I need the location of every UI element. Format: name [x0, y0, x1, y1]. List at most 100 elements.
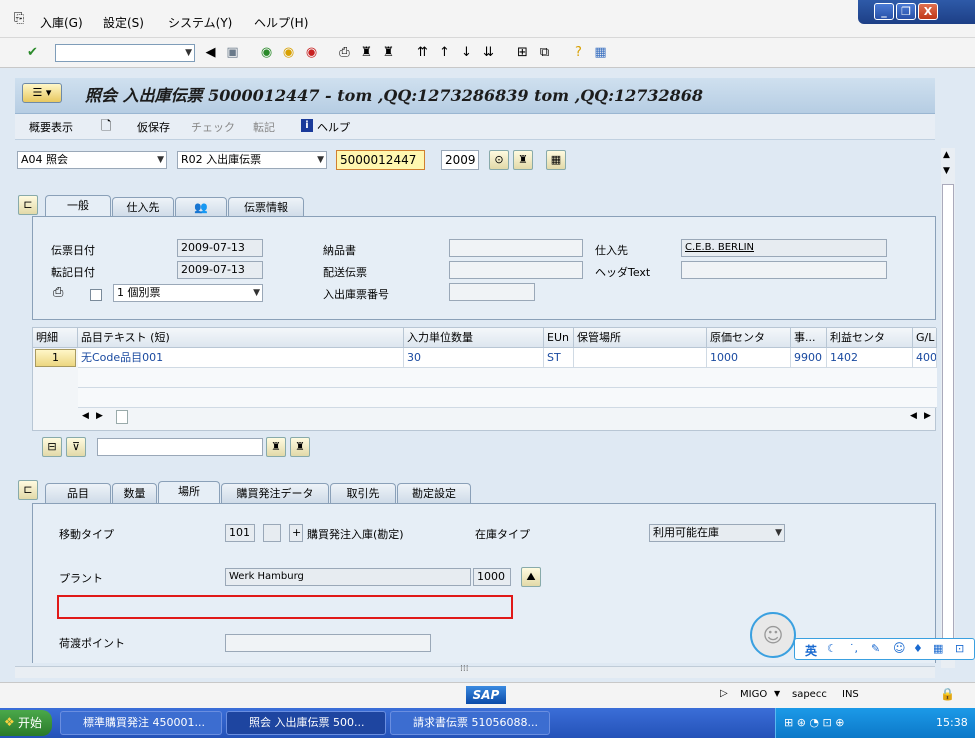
check-button[interactable]: チェック	[191, 119, 235, 135]
tab-vendor[interactable]: 仕入先	[112, 197, 174, 217]
find-icon[interactable]: ♜	[266, 437, 286, 457]
lock-icon[interactable]: ⊡	[955, 642, 964, 655]
bottom-scrollbar[interactable]: ⁞⁞⁞	[15, 664, 935, 678]
next-page-icon[interactable]: ↓	[458, 44, 475, 61]
menu-item-settings[interactable]: 設定(S)	[103, 14, 144, 31]
back-icon[interactable]: ◉	[258, 44, 275, 61]
back-arrow-icon[interactable]: ◀	[202, 44, 219, 61]
scroll-thumb[interactable]	[942, 184, 954, 650]
plant-code-field[interactable]: 1000	[473, 568, 511, 586]
chevron-down-icon[interactable]: ▼	[775, 525, 782, 541]
cell-quantity[interactable]: 30	[404, 348, 544, 368]
taskbar-item[interactable]: 請求書伝票 51056088...	[390, 711, 550, 735]
cell-profit-center[interactable]: 1402	[827, 348, 913, 368]
shortcut-icon[interactable]: ⧉	[536, 44, 553, 61]
chevron-down-icon[interactable]: ▼	[185, 45, 192, 61]
emoji-icon[interactable]: ☺	[893, 641, 906, 655]
tab-partner[interactable]: 👥	[175, 197, 227, 217]
print-checkbox[interactable]	[90, 289, 102, 301]
row-selector[interactable]: 1	[35, 349, 76, 367]
taskbar-item[interactable]: 標準購買発注 450001...	[60, 711, 222, 735]
unloading-point-field[interactable]	[225, 634, 431, 652]
plant-detail-icon[interactable]: ⛰	[521, 567, 541, 587]
post-button[interactable]: 転記	[253, 119, 275, 135]
year-input[interactable]: 2009	[441, 150, 479, 170]
menu-icon[interactable]: ⎘	[14, 11, 24, 26]
restore-button[interactable]: ❐	[896, 3, 916, 20]
movement-special-field[interactable]	[263, 524, 281, 542]
tab-quantity[interactable]: 数量	[112, 483, 157, 503]
find-next-icon[interactable]: ♜	[380, 44, 397, 61]
collapse-header-icon[interactable]: ⊏	[18, 195, 38, 215]
doc-number-input[interactable]: 5000012447	[336, 150, 425, 170]
table-row[interactable]: 1 无Code品目001 30 ST 1000 9900 1402 400	[33, 348, 937, 368]
tab-location[interactable]: 場所	[158, 481, 220, 503]
cell-storage-loc[interactable]	[574, 348, 707, 368]
moon-icon[interactable]: ☾	[827, 642, 837, 655]
grid-search-input[interactable]	[97, 438, 263, 456]
cell-material-text[interactable]: 无Code品目001	[78, 348, 404, 368]
select-all-icon[interactable]: ⊟	[42, 437, 62, 457]
last-page-icon[interactable]: ⇊	[480, 44, 497, 61]
plant-name-field[interactable]: Werk Hamburg	[225, 568, 471, 586]
execute-icon[interactable]: ⊙	[489, 150, 509, 170]
horizontal-scrollbar[interactable]: ◀ ▶ ◀ ▶	[78, 410, 937, 426]
status-dropdown-icon[interactable]: ▼	[774, 689, 780, 698]
taskbar-item[interactable]: 照会 入出庫伝票 500...	[226, 711, 386, 735]
grid-view-icon[interactable]: ▦	[546, 150, 566, 170]
new-doc-icon[interactable]: 🗋	[101, 117, 111, 139]
close-button[interactable]: X	[918, 3, 938, 20]
info-icon[interactable]: i	[301, 119, 313, 132]
col-header-business-area[interactable]: 事...	[791, 328, 827, 348]
find-doc-icon[interactable]: ♜	[513, 150, 533, 170]
header-text-field[interactable]	[681, 261, 887, 279]
chevron-down-icon[interactable]: ▼	[317, 152, 324, 168]
hold-button[interactable]: 仮保存	[137, 119, 170, 135]
col-header-cost-center[interactable]: 原価センタ	[707, 328, 791, 348]
ime-lang-label[interactable]: 英	[805, 642, 817, 659]
reference-select[interactable]: R02 入出庫伝票 ▼	[177, 151, 327, 169]
cell-gl[interactable]: 400	[913, 348, 937, 368]
command-field[interactable]: ▼	[55, 44, 195, 62]
movement-type-field[interactable]: 101	[225, 524, 255, 542]
tray-icons[interactable]: ⊞ ⊛ ◔ ⊡ ⊕	[784, 716, 844, 729]
overview-button[interactable]: 概要表示	[29, 119, 73, 135]
save-icon[interactable]: ▣	[224, 44, 241, 61]
first-page-icon[interactable]: ⇈	[414, 44, 431, 61]
cancel-icon[interactable]: ◉	[303, 44, 320, 61]
print-icon[interactable]: ⎙	[53, 285, 63, 300]
cell-cost-center[interactable]: 1000	[707, 348, 791, 368]
print-icon[interactable]: ⎙	[336, 44, 353, 61]
punct-icon[interactable]: ˙,	[849, 642, 858, 655]
screen-menu-icon[interactable]: ☰ ▾	[22, 83, 62, 103]
layout-icon[interactable]: ▦	[592, 44, 609, 61]
skin-icon[interactable]: ♦	[913, 642, 923, 655]
chevron-down-icon[interactable]: ▼	[253, 285, 260, 301]
scroll-left-icon[interactable]: ◀	[910, 411, 917, 421]
col-header-gl[interactable]: G/L	[913, 328, 937, 348]
new-session-icon[interactable]: ⊞	[514, 44, 531, 61]
vertical-scrollbar[interactable]: ▲ ▼	[941, 148, 955, 668]
collapse-item-icon[interactable]: ⊏	[18, 480, 38, 500]
help-button[interactable]: ヘルプ	[317, 119, 350, 135]
menu-grid-icon[interactable]: ▦	[933, 642, 943, 655]
cell-unit[interactable]: ST	[544, 348, 574, 368]
post-date-field[interactable]: 2009-07-13	[177, 261, 263, 279]
action-select[interactable]: A04 照会 ▼	[17, 151, 167, 169]
col-header-profit-center[interactable]: 利益センタ	[827, 328, 913, 348]
minimize-button[interactable]: _	[874, 3, 894, 20]
menu-item-goods-movement[interactable]: 入庫(G)	[40, 14, 83, 31]
help-icon[interactable]: ?	[570, 44, 587, 61]
menu-item-help[interactable]: ヘルプ(H)	[254, 14, 308, 31]
scroll-up-icon[interactable]: ▲	[943, 150, 950, 160]
tab-account[interactable]: 勘定設定	[397, 483, 471, 503]
filter-icon[interactable]: ⊽	[66, 437, 86, 457]
delivery-note-field[interactable]	[449, 239, 583, 257]
col-header-item[interactable]: 明細	[33, 328, 78, 348]
scroll-down-icon[interactable]: ▼	[943, 166, 950, 176]
prev-page-icon[interactable]: ↑	[436, 44, 453, 61]
col-header-material-text[interactable]: 品目テキスト (短)	[78, 328, 404, 348]
tab-partner[interactable]: 取引先	[330, 483, 396, 503]
tab-general[interactable]: 一般	[45, 195, 111, 217]
col-header-unit[interactable]: EUn	[544, 328, 574, 348]
